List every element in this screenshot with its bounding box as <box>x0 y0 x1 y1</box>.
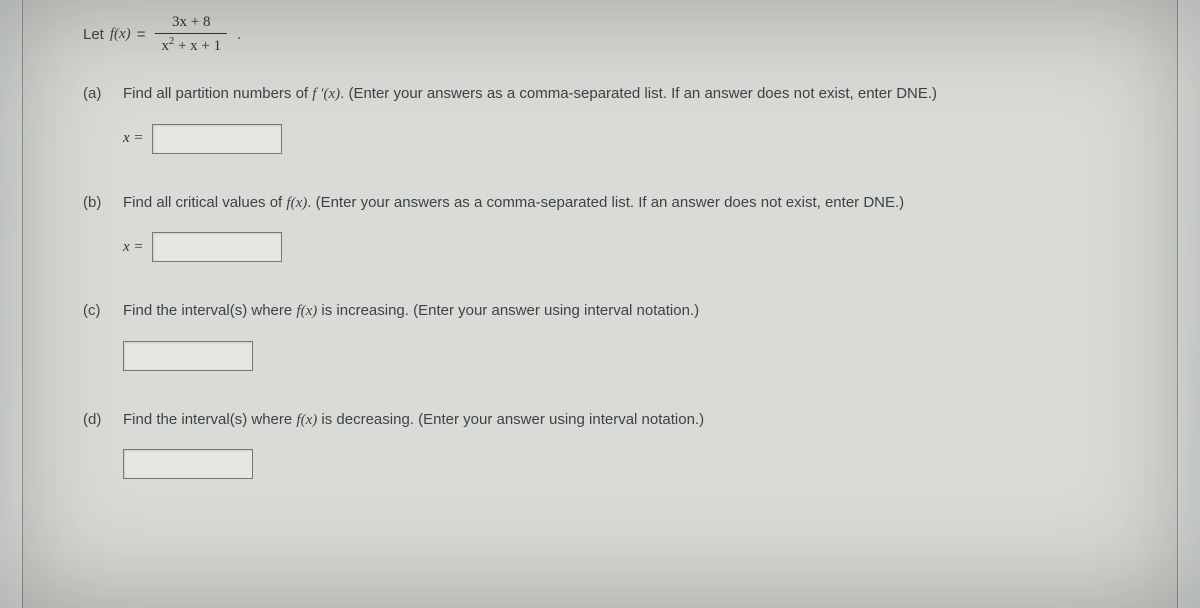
question-card: Let f(x) = 3x + 8 x2 + x + 1 . (a) Find … <box>22 0 1178 608</box>
part-c-answer-row <box>123 341 1137 371</box>
part-a-xeq: x = <box>123 130 144 147</box>
part-b-prompt: Find all critical values of f(x). (Enter… <box>123 192 904 215</box>
part-c-input[interactable] <box>123 341 253 371</box>
part-a: (a) Find all partition numbers of f ′(x)… <box>83 83 1137 154</box>
part-d-label: (d) <box>83 409 109 432</box>
function-definition: Let f(x) = 3x + 8 x2 + x + 1 . <box>83 14 1137 55</box>
part-a-label: (a) <box>83 83 109 106</box>
part-c: (c) Find the interval(s) where f(x) is i… <box>83 300 1137 371</box>
part-b-xeq: x = <box>123 239 144 256</box>
trailing-period: . <box>237 26 241 43</box>
part-b-label: (b) <box>83 192 109 215</box>
fraction: 3x + 8 x2 + x + 1 <box>155 14 227 55</box>
part-c-label: (c) <box>83 300 109 323</box>
part-a-prompt: Find all partition numbers of f ′(x). (E… <box>123 83 937 106</box>
fx-symbol: f(x) <box>110 26 131 43</box>
part-d-input[interactable] <box>123 449 253 479</box>
part-d-prompt: Find the interval(s) where f(x) is decre… <box>123 409 704 432</box>
part-c-prompt: Find the interval(s) where f(x) is incre… <box>123 300 699 323</box>
denominator: x2 + x + 1 <box>155 34 227 55</box>
numerator: 3x + 8 <box>155 14 227 34</box>
equals-sign: = <box>137 26 146 43</box>
part-d-answer-row <box>123 449 1137 479</box>
part-b-answer-row: x = <box>123 232 1137 262</box>
part-d: (d) Find the interval(s) where f(x) is d… <box>83 409 1137 480</box>
part-b: (b) Find all critical values of f(x). (E… <box>83 192 1137 263</box>
part-a-input[interactable] <box>152 124 282 154</box>
let-text: Let <box>83 26 104 43</box>
part-b-input[interactable] <box>152 232 282 262</box>
part-a-answer-row: x = <box>123 124 1137 154</box>
